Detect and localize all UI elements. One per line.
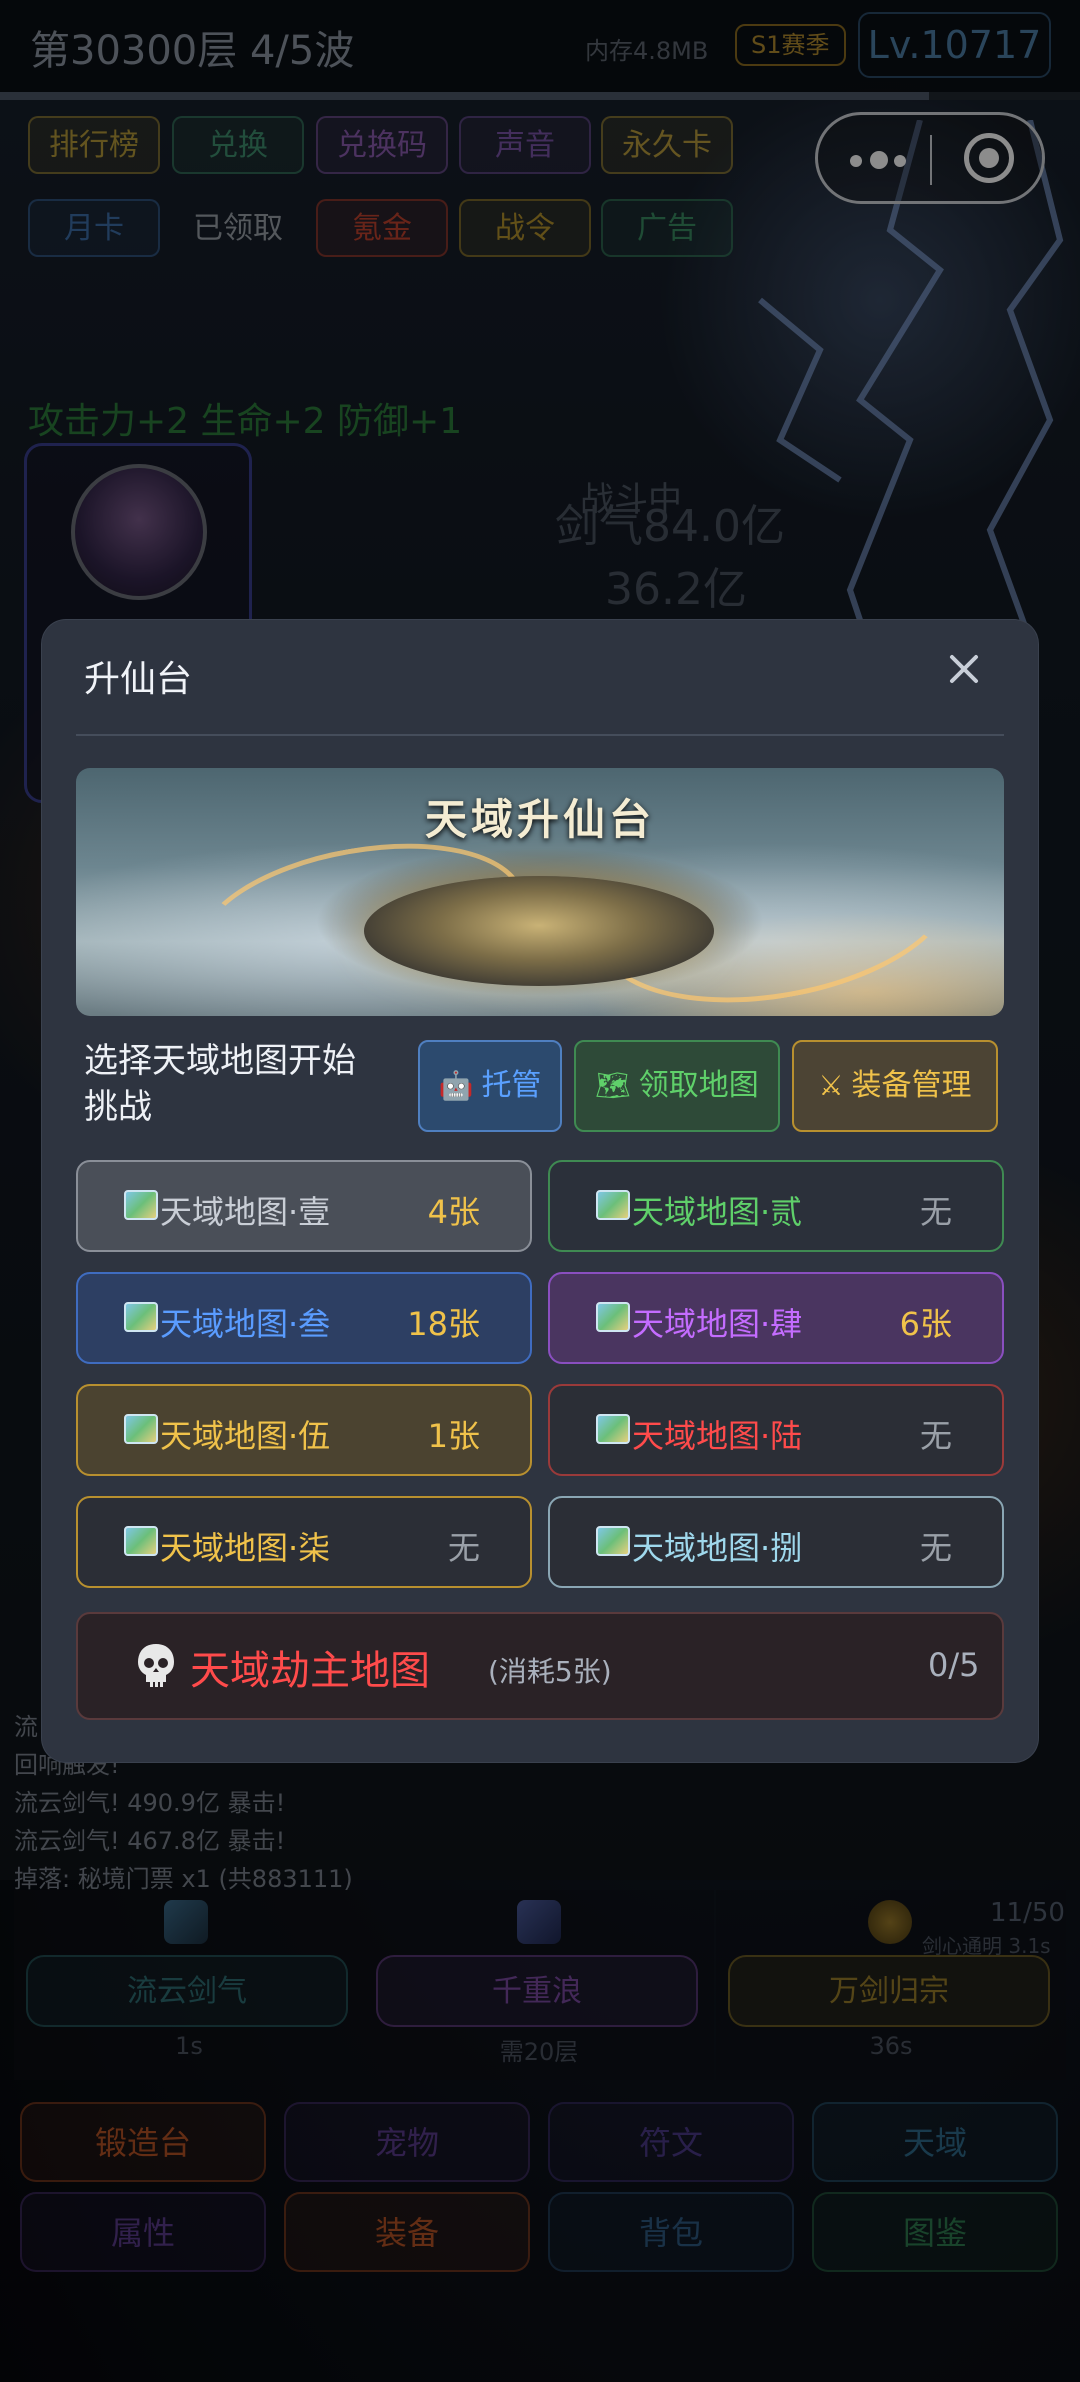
map-count: 4张 [427, 1193, 480, 1231]
game-screen: 第30300层 4/5波 内存4.8MB S1赛季 Lv.10717 排行榜 兑… [0, 0, 1080, 2382]
map-count: 1张 [427, 1417, 480, 1455]
challenge-prompt: 选择天域地图开始挑战 [84, 1041, 356, 1127]
robot-icon: 🤖 [438, 1069, 474, 1102]
map-label: 天域地图·捌 [632, 1529, 803, 1567]
map-count: 无 [919, 1193, 952, 1231]
map-button-5[interactable]: 天域地图·伍 1张 [76, 1384, 532, 1476]
map-icon: 🗺 [595, 1069, 631, 1102]
equipment-manage-button[interactable]: ⚔ 装备管理 [792, 1040, 998, 1132]
boss-map-label: 天域劫主地图 [190, 1648, 430, 1694]
map-label: 天域地图·壹 [160, 1193, 331, 1231]
map-icon [124, 1302, 158, 1332]
map-label: 天域地图·叁 [160, 1305, 331, 1343]
map-icon [596, 1302, 630, 1332]
map-icon [596, 1526, 630, 1556]
map-icon [596, 1190, 630, 1220]
boss-map-cost: (消耗5张) [488, 1655, 612, 1688]
map-label: 天域地图·肆 [632, 1305, 803, 1343]
floating-platform [364, 876, 714, 986]
skull-icon [138, 1644, 174, 1687]
map-label: 天域地图·柒 [160, 1529, 331, 1567]
map-icon [124, 1190, 158, 1220]
modal-title: 升仙台 [84, 659, 193, 700]
map-count: 无 [919, 1529, 952, 1567]
map-button-7[interactable]: 天域地图·柒 无 [76, 1496, 532, 1588]
map-count: 无 [447, 1529, 480, 1567]
map-button-4[interactable]: 天域地图·肆 6张 [548, 1272, 1004, 1364]
map-count: 无 [919, 1417, 952, 1455]
crossed-swords-icon: ⚔ [818, 1069, 844, 1102]
boss-map-button[interactable]: 天域劫主地图 (消耗5张) 0/5 [76, 1612, 1004, 1720]
map-label: 天域地图·贰 [632, 1193, 803, 1231]
map-label: 天域地图·伍 [160, 1417, 331, 1455]
map-icon [124, 1414, 158, 1444]
auto-manage-label: 托管 [481, 1068, 542, 1103]
banner-image: 天域升仙台 [76, 768, 1004, 1016]
map-label: 天域地图·陆 [632, 1417, 803, 1455]
claim-map-button[interactable]: 🗺 领取地图 [574, 1040, 780, 1132]
map-button-1[interactable]: 天域地图·壹 4张 [76, 1160, 532, 1252]
ascension-modal: 升仙台 天域升仙台 选择天域地图开始挑战 🤖 托管 🗺 领取地图 ⚔ 装备管理 天域地… [42, 620, 1038, 1762]
claim-map-label: 领取地图 [638, 1068, 759, 1103]
map-button-6[interactable]: 天域地图·陆 无 [548, 1384, 1004, 1476]
map-button-3[interactable]: 天域地图·叁 18张 [76, 1272, 532, 1364]
equipment-manage-label: 装备管理 [851, 1068, 972, 1103]
modal-divider [76, 734, 1004, 736]
banner-title: 天域升仙台 [424, 795, 655, 844]
map-icon [596, 1414, 630, 1444]
close-icon[interactable] [942, 648, 986, 692]
map-count: 18张 [407, 1305, 480, 1343]
auto-manage-button[interactable]: 🤖 托管 [418, 1040, 562, 1132]
map-icon [124, 1526, 158, 1556]
map-button-8[interactable]: 天域地图·捌 无 [548, 1496, 1004, 1588]
map-button-2[interactable]: 天域地图·贰 无 [548, 1160, 1004, 1252]
boss-map-count: 0/5 [928, 1646, 980, 1684]
map-count: 6张 [899, 1305, 952, 1343]
